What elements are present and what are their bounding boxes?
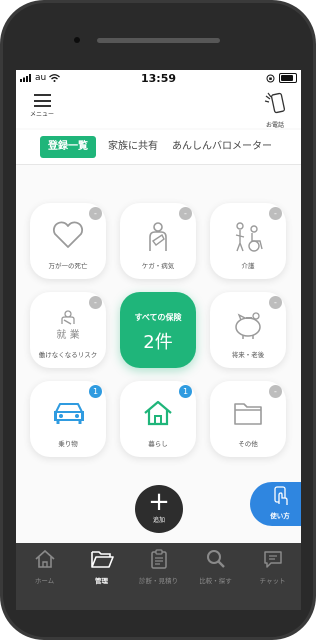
tab-bar-top: 登録一覧 家族に共有 あんしんバロメーター — [16, 130, 301, 165]
category-label: 将来・老後 — [231, 351, 265, 359]
heart-icon — [52, 221, 84, 248]
camera-icon — [74, 37, 80, 43]
category-tile-vehicle[interactable]: 1 乗り物 — [30, 381, 106, 457]
battery-icon — [279, 73, 297, 83]
count-badge: - — [269, 385, 282, 398]
all-insurance-count: 2件 — [143, 332, 173, 353]
tab-label: 診断・見積り — [139, 577, 178, 585]
count-badge: - — [89, 296, 102, 309]
category-tile-other[interactable]: - その他 — [210, 381, 286, 457]
count-badge: 1 — [179, 385, 192, 398]
count-badge: - — [89, 207, 102, 220]
status-bar: au 13:59 — [16, 70, 301, 88]
add-label: 追加 — [152, 517, 165, 524]
status-right — [266, 73, 297, 83]
category-tile-illness[interactable]: - ケガ・病気 — [120, 203, 196, 279]
tab-family-share[interactable]: 家族に共有 — [108, 136, 158, 158]
category-tile-living[interactable]: 1 暮らし — [120, 381, 196, 457]
plus-icon: + — [148, 487, 170, 517]
tab-label: チャット — [259, 577, 286, 585]
app-screen: au 13:59 メニュー お電話 登録一覧 家族に共有 あんしんバロメーター … — [16, 70, 301, 610]
folder-open-icon — [90, 551, 114, 568]
clipboard-icon — [150, 549, 167, 569]
category-tile-care[interactable]: - 介護 — [210, 203, 286, 279]
menu-label: メニュー — [29, 111, 54, 118]
count-badge: - — [179, 207, 192, 220]
how-to-use-label: 使い方 — [270, 512, 290, 520]
count-badge: - — [269, 207, 282, 220]
speaker-grille — [97, 38, 220, 43]
chat-icon — [263, 551, 282, 568]
piggy-bank-icon — [235, 312, 261, 339]
home-icon — [34, 549, 55, 568]
wheelchair-icon — [235, 222, 263, 252]
category-label: 介護 — [241, 262, 255, 270]
tab-label: 比較・探す — [199, 577, 232, 585]
app-header: メニュー お電話 — [16, 88, 301, 129]
tab-diagnosis-quote[interactable]: 診断・見積り — [130, 549, 187, 585]
add-button[interactable]: + 追加 — [135, 485, 183, 533]
tab-chat[interactable]: チャット — [244, 549, 301, 585]
category-label: 働けなくなるリスク — [38, 351, 98, 359]
work-icon: 就 業 — [56, 310, 80, 341]
phone-call-button[interactable]: お電話 — [259, 92, 291, 129]
rotation-lock-icon — [266, 74, 275, 82]
category-label: 乗り物 — [58, 440, 78, 448]
count-badge: 1 — [89, 385, 102, 398]
count-badge: - — [269, 296, 282, 309]
phone-label: お電話 — [265, 122, 284, 129]
tab-compare-search[interactable]: 比較・探す — [187, 549, 244, 585]
category-label: 万が一の死亡 — [48, 262, 88, 270]
how-to-use-button[interactable]: 使い方 — [250, 482, 301, 526]
smartphone-call-icon — [264, 92, 286, 114]
all-insurance-title: すべての保険 — [134, 313, 182, 322]
work-icon-text: 就 業 — [56, 328, 79, 341]
injured-person-icon — [149, 222, 167, 251]
category-label: 暮らし — [148, 440, 168, 448]
category-grid: - 万が一の死亡 - ケガ・病気 - 介護 - 就 業 働けなくなるリスク すべ… — [16, 165, 301, 465]
search-icon — [206, 550, 225, 568]
tab-anshin-barometer[interactable]: あんしんバロメーター — [172, 136, 272, 158]
phone-frame: au 13:59 メニュー お電話 登録一覧 家族に共有 あんしんバロメーター … — [0, 0, 316, 640]
category-label: その他 — [238, 440, 258, 448]
tab-manage[interactable]: 管理 — [73, 549, 130, 585]
folder-icon — [234, 403, 262, 425]
category-label: ケガ・病気 — [141, 262, 175, 270]
tab-label: 管理 — [95, 577, 108, 585]
hamburger-icon — [33, 94, 51, 107]
status-time: 13:59 — [140, 72, 176, 85]
category-tile-work-risk[interactable]: - 就 業 働けなくなるリスク — [30, 292, 106, 368]
all-insurance-tile[interactable]: すべての保険 2件 — [120, 292, 196, 368]
category-tile-death[interactable]: - 万が一の死亡 — [30, 203, 106, 279]
tab-label: ホーム — [34, 577, 55, 585]
tab-home[interactable]: ホーム — [16, 549, 73, 585]
tap-hand-icon — [274, 486, 288, 505]
car-icon — [54, 403, 84, 424]
house-icon — [144, 400, 172, 426]
bottom-tab-bar: ホーム 管理 診断・見積り 比較・探す チャット — [16, 543, 301, 610]
tab-registered-list[interactable]: 登録一覧 — [40, 136, 96, 158]
category-tile-retirement[interactable]: - 将来・老後 — [210, 292, 286, 368]
menu-button[interactable]: メニュー — [26, 94, 58, 126]
